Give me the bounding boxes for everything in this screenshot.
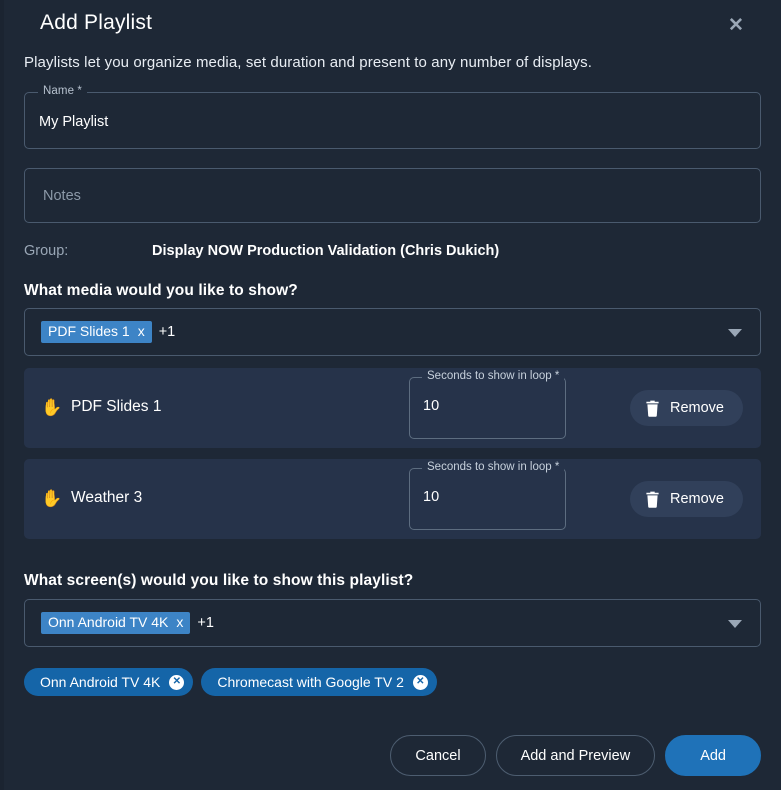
screen-chip[interactable]: Chromecast with Google TV 2 ✕: [201, 668, 437, 696]
media-select-extra-count: +1: [158, 324, 176, 340]
media-item-row: ✋ Weather 3 Seconds to show in loop * 10…: [24, 459, 761, 539]
screen-selected-tag[interactable]: Onn Android TV 4K x: [41, 612, 191, 634]
remove-media-button-label: Remove: [670, 400, 724, 416]
dialog-subtitle: Playlists let you organize media, set du…: [24, 54, 592, 71]
media-item-name: PDF Slides 1: [71, 398, 162, 415]
hand-drag-icon[interactable]: ✋: [40, 396, 64, 420]
screen-select-content: Onn Android TV 4K x +1: [41, 600, 214, 646]
chevron-down-icon[interactable]: [728, 620, 742, 628]
screen-tag-remove-icon[interactable]: x: [176, 615, 183, 630]
seconds-to-show-input[interactable]: Seconds to show in loop * 10: [409, 461, 566, 530]
seconds-input-value: 10: [423, 489, 440, 505]
notes-field-placeholder: Notes: [43, 188, 81, 204]
notes-field[interactable]: Notes: [24, 168, 761, 223]
cancel-button[interactable]: Cancel: [390, 735, 486, 776]
remove-media-button-label: Remove: [670, 491, 724, 507]
screen-select[interactable]: Onn Android TV 4K x +1: [24, 599, 761, 647]
dialog-header: Add Playlist ✕: [24, 0, 761, 48]
media-select-content: PDF Slides 1 x +1: [41, 309, 175, 355]
media-selected-tag[interactable]: PDF Slides 1 x: [41, 321, 152, 343]
trash-icon: [645, 491, 660, 508]
seconds-input-label: Seconds to show in loop *: [422, 370, 565, 382]
add-and-preview-button[interactable]: Add and Preview: [495, 735, 656, 776]
remove-media-button[interactable]: Remove: [630, 481, 743, 517]
group-row: Group: Display NOW Production Validation…: [24, 243, 724, 263]
media-selected-tag-label: PDF Slides 1: [48, 323, 130, 340]
chevron-down-icon[interactable]: [728, 329, 742, 337]
screen-question-label: What screen(s) would you like to show th…: [24, 572, 414, 589]
screen-chip-label: Chromecast with Google TV 2: [217, 674, 404, 690]
circle-close-icon[interactable]: ✕: [169, 674, 185, 690]
seconds-to-show-input[interactable]: Seconds to show in loop * 10: [409, 370, 566, 439]
screen-selected-tag-label: Onn Android TV 4K: [48, 614, 169, 631]
selected-screens-list: Onn Android TV 4K ✕ Chromecast with Goog…: [24, 668, 437, 696]
name-field[interactable]: Name * My Playlist: [24, 85, 761, 149]
trash-icon: [645, 400, 660, 417]
media-tag-remove-icon[interactable]: x: [138, 324, 145, 339]
screen-chip[interactable]: Onn Android TV 4K ✕: [24, 668, 194, 696]
page-title: Add Playlist: [40, 11, 153, 34]
add-playlist-dialog: Add Playlist ✕ Playlists let you organiz…: [4, 0, 781, 790]
dialog-footer: Cancel Add and Preview Add: [390, 735, 761, 776]
media-item-row: ✋ PDF Slides 1 Seconds to show in loop *…: [24, 368, 761, 448]
hand-drag-icon[interactable]: ✋: [40, 487, 64, 511]
media-item-name: Weather 3: [71, 489, 143, 506]
media-select[interactable]: PDF Slides 1 x +1: [24, 308, 761, 356]
screen-select-extra-count: +1: [197, 615, 214, 631]
seconds-input-label: Seconds to show in loop *: [422, 461, 565, 473]
remove-media-button[interactable]: Remove: [630, 390, 743, 426]
name-field-value: My Playlist: [39, 114, 109, 130]
name-field-label: Name *: [38, 85, 87, 97]
group-label: Group:: [24, 243, 69, 259]
group-value: Display NOW Production Validation (Chris…: [152, 243, 500, 259]
seconds-input-value: 10: [423, 398, 440, 414]
add-button[interactable]: Add: [665, 735, 761, 776]
close-icon[interactable]: ✕: [723, 12, 749, 38]
screen-chip-label: Onn Android TV 4K: [40, 674, 161, 690]
media-question-label: What media would you like to show?: [24, 282, 298, 299]
circle-close-icon[interactable]: ✕: [412, 674, 428, 690]
